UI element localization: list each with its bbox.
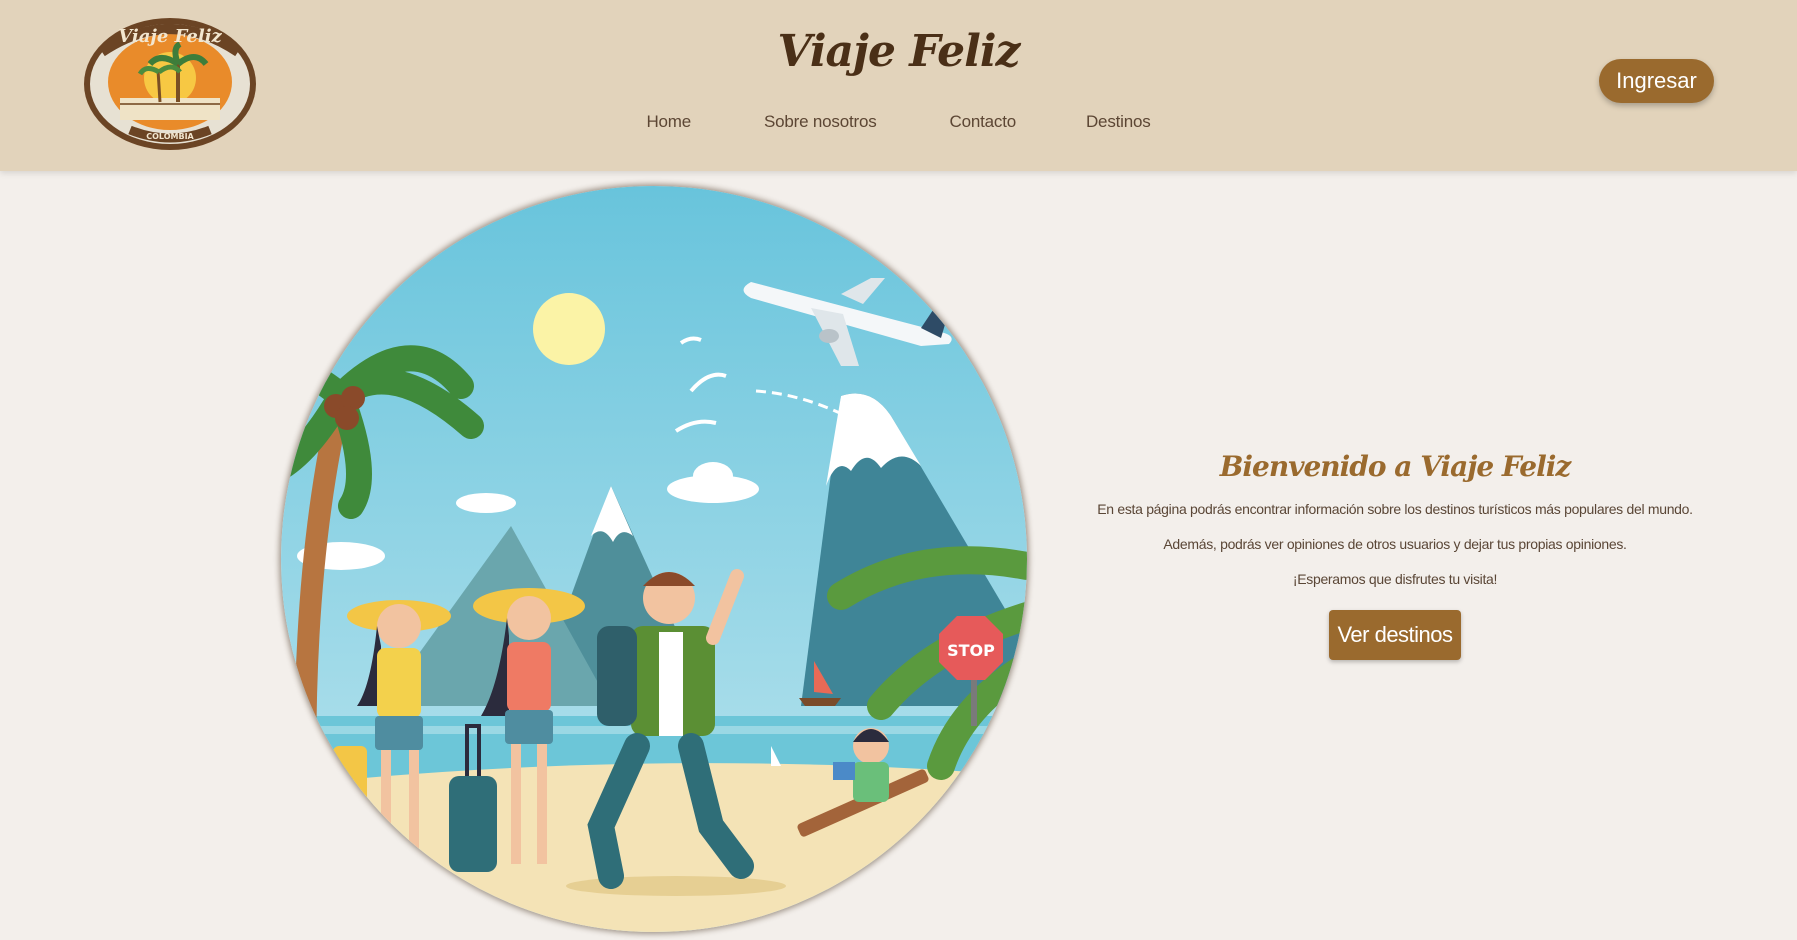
hero-illustration: STOP (281, 186, 1027, 932)
welcome-title: Bienvenido a Viaje Feliz (1219, 450, 1572, 483)
nav-destinations[interactable]: Destinos (1051, 112, 1186, 132)
welcome-paragraph-2: Además, podrás ver opiniones de otros us… (1163, 536, 1627, 552)
welcome-paragraph-1: En esta página podrás encontrar informac… (1097, 501, 1693, 517)
logo-subtext: COLOMBIA (146, 132, 194, 141)
site-title: Viaje Feliz (777, 26, 1020, 77)
login-button[interactable]: Ingresar (1599, 59, 1714, 103)
welcome-section: Bienvenido a Viaje Feliz En esta página … (1090, 450, 1700, 660)
nav-home[interactable]: Home (611, 112, 726, 132)
site-header: Viaje Feliz COLOMBIA Viaje Feliz Home So… (0, 0, 1797, 171)
welcome-paragraph-3: ¡Esperamos que disfrutes tu visita! (1292, 571, 1498, 587)
view-destinations-button[interactable]: Ver destinos (1329, 610, 1461, 660)
stop-sign-text: STOP (947, 641, 995, 660)
main-nav: Home Sobre nosotros Contacto Destinos (0, 112, 1797, 132)
sun (533, 293, 605, 365)
nav-contact[interactable]: Contacto (915, 112, 1051, 132)
nav-about[interactable]: Sobre nosotros (726, 112, 915, 132)
